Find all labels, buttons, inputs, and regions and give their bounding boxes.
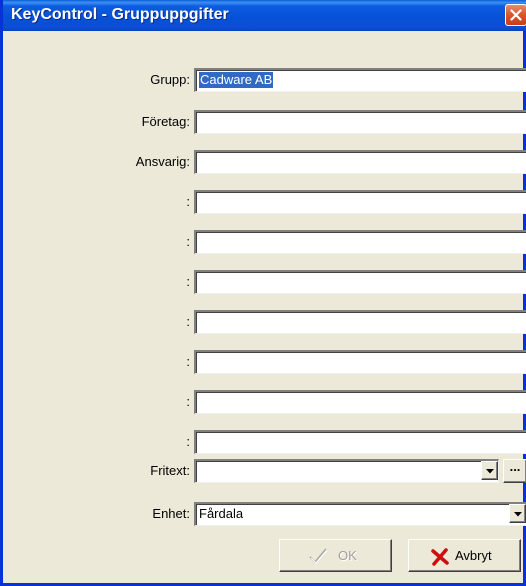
ansvarig-label: Ansvarig: bbox=[135, 154, 190, 169]
extra-field-2-label: : bbox=[186, 234, 190, 249]
extra-field-3-label: : bbox=[186, 274, 190, 289]
extra-field-5-input[interactable] bbox=[194, 350, 526, 374]
ansvarig-input[interactable] bbox=[194, 150, 526, 174]
extra-field-5-label: : bbox=[186, 354, 190, 369]
grupp-label: Grupp: bbox=[150, 72, 190, 87]
fritext-combobox[interactable] bbox=[194, 459, 499, 483]
title-bar[interactable]: KeyControl - Gruppuppgifter bbox=[3, 0, 526, 31]
close-button[interactable] bbox=[505, 4, 526, 26]
extra-field-6-label: : bbox=[186, 394, 190, 409]
fritext-browse-button[interactable]: ... bbox=[503, 459, 526, 483]
enhet-dropdown-button[interactable] bbox=[509, 504, 526, 523]
foretag-label: Företag: bbox=[141, 114, 190, 129]
fritext-dropdown-button[interactable] bbox=[481, 461, 498, 480]
extra-field-3-input[interactable] bbox=[194, 270, 526, 294]
fritext-label: Fritext: bbox=[150, 463, 190, 478]
extra-field-6-input[interactable] bbox=[194, 390, 526, 414]
cancel-button[interactable]: Avbryt bbox=[408, 539, 521, 572]
grupp-value: Cadware AB bbox=[199, 72, 274, 88]
extra-field-7-label: : bbox=[186, 434, 190, 449]
extra-field-1-label: : bbox=[186, 194, 190, 209]
extra-field-1-input[interactable] bbox=[194, 190, 526, 214]
enhet-label: Enhet: bbox=[152, 506, 190, 521]
ok-button-label: OK bbox=[338, 548, 357, 563]
chevron-down-icon bbox=[486, 469, 494, 474]
extra-field-2-input[interactable] bbox=[194, 230, 526, 254]
extra-field-4-input[interactable] bbox=[194, 310, 526, 334]
close-icon bbox=[510, 9, 522, 21]
grupp-input[interactable]: Cadware AB bbox=[194, 68, 526, 92]
enhet-combobox[interactable]: Fårdala bbox=[194, 502, 526, 526]
dialog-window: KeyControl - Gruppuppgifter Grupp: Cadwa… bbox=[0, 0, 526, 586]
checkmark-icon bbox=[309, 548, 328, 564]
foretag-input[interactable] bbox=[194, 110, 526, 134]
chevron-down-icon bbox=[514, 512, 522, 517]
enhet-value: Fårdala bbox=[199, 506, 244, 521]
cancel-button-label: Avbryt bbox=[455, 548, 492, 563]
red-x-icon bbox=[431, 548, 449, 566]
window-title: KeyControl - Gruppuppgifter bbox=[11, 6, 229, 23]
ok-button[interactable]: OK bbox=[279, 539, 392, 572]
extra-field-4-label: : bbox=[186, 314, 190, 329]
extra-field-7-input[interactable] bbox=[194, 430, 526, 454]
